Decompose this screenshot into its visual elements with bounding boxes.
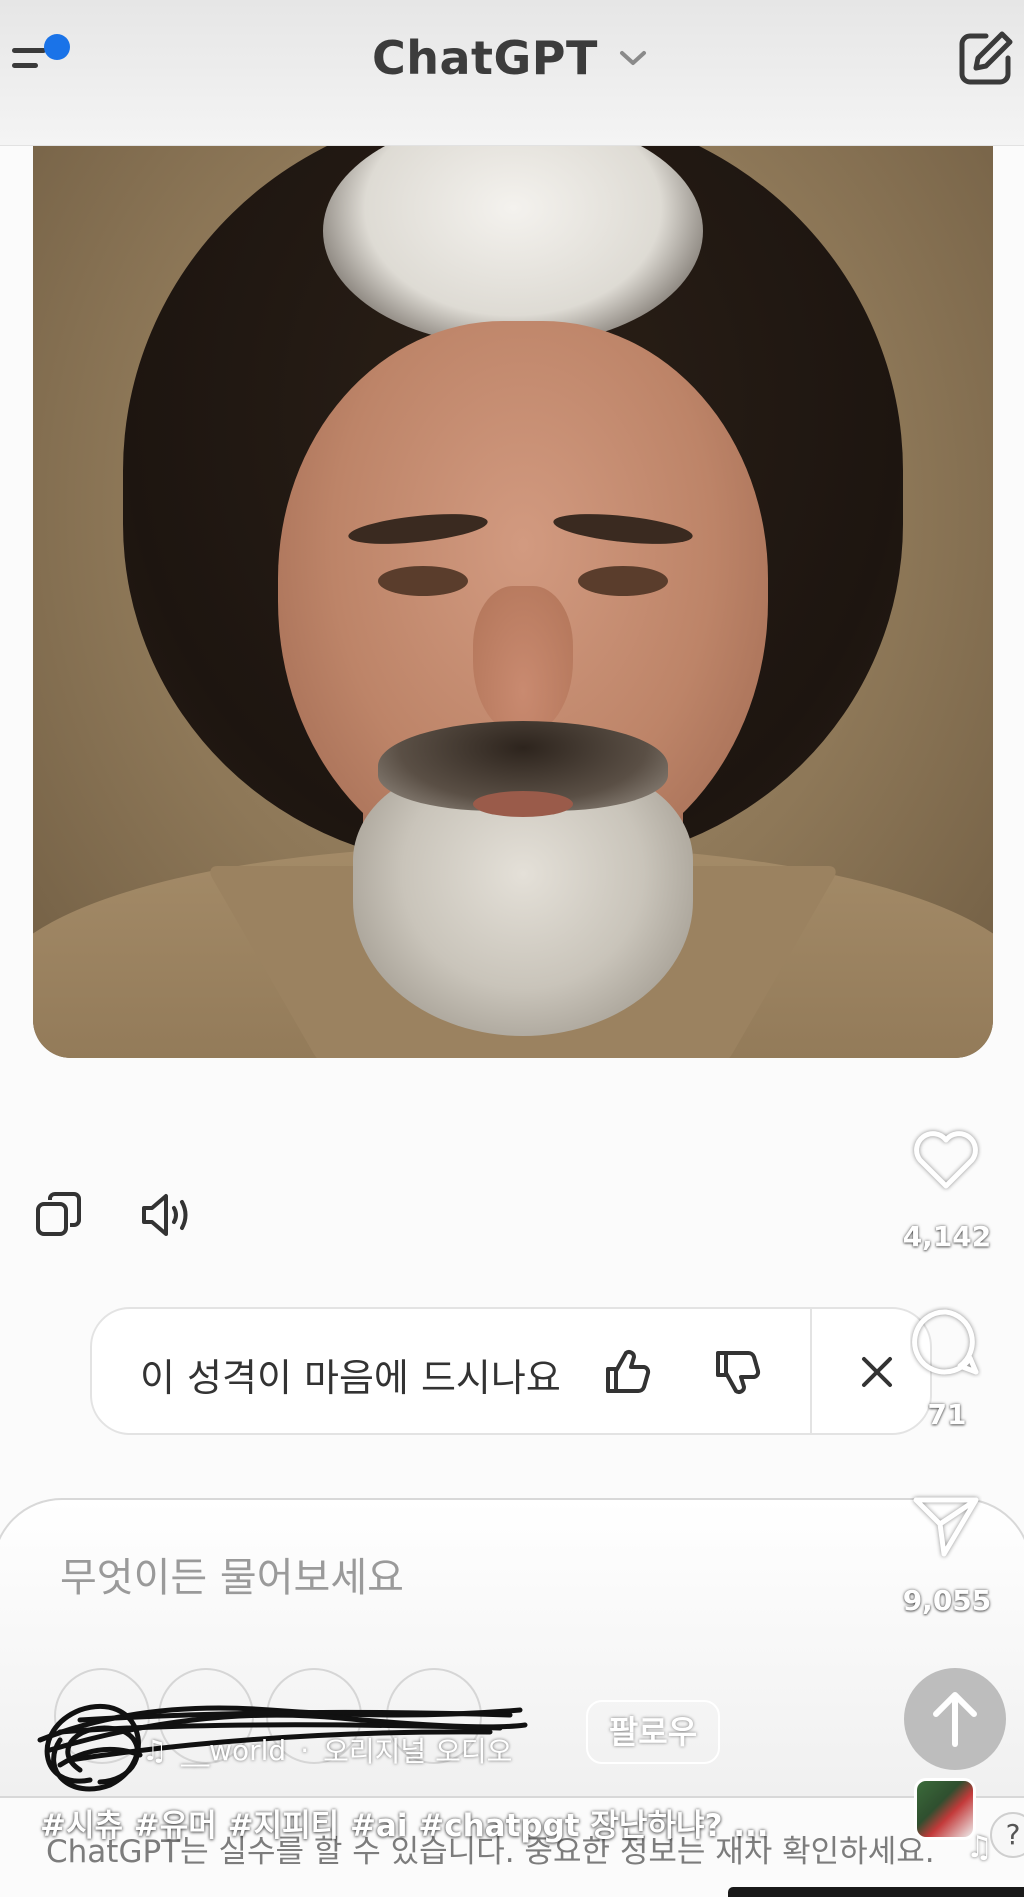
generated-portrait-image[interactable] — [33, 146, 993, 1058]
portrait-lip — [473, 791, 573, 817]
thumbs-down-icon[interactable] — [712, 1347, 762, 1397]
feedback-question: 이 성격이 마음에 드시나요 — [140, 1356, 561, 1400]
music-note-icon: ♫ — [142, 1733, 168, 1767]
feedback-divider — [810, 1309, 812, 1433]
heart-icon[interactable] — [910, 1124, 982, 1196]
speaker-icon[interactable] — [140, 1190, 196, 1240]
help-button[interactable]: ? — [990, 1812, 1024, 1858]
portrait-eye — [378, 566, 468, 596]
app-title: ChatGPT — [372, 31, 598, 85]
follow-button[interactable]: 팔로우 — [586, 1700, 720, 1764]
notification-dot — [44, 34, 70, 60]
home-indicator — [728, 1887, 1024, 1897]
model-selector[interactable]: ChatGPT — [372, 28, 648, 88]
comment-count: 71 — [927, 1398, 967, 1431]
sidebar-menu-button[interactable] — [12, 34, 76, 82]
arrow-up-icon — [933, 1692, 977, 1747]
like-count: 4,142 — [902, 1220, 992, 1253]
chevron-down-icon — [619, 51, 646, 65]
share-paper-plane-icon[interactable] — [910, 1490, 982, 1562]
app-header: ChatGPT — [0, 0, 1024, 146]
portrait-nose — [473, 586, 573, 736]
feedback-prompt: 이 성격이 마음에 드시나요 — [90, 1307, 932, 1435]
music-note-icon: ♫ — [966, 1830, 993, 1865]
audio-label: 오리지널 오디오 — [323, 1735, 513, 1768]
send-button[interactable] — [904, 1668, 1006, 1770]
thumbs-up-icon[interactable] — [602, 1347, 652, 1397]
copy-icon[interactable] — [34, 1190, 84, 1240]
menu-line-icon — [12, 63, 38, 68]
menu-line-icon — [12, 48, 46, 53]
message-input[interactable] — [60, 1548, 780, 1608]
audio-info[interactable]: ♫ __world · 오리지널 오디오 — [142, 1730, 512, 1770]
share-count: 9,055 — [902, 1584, 992, 1617]
new-chat-edit-icon[interactable] — [956, 28, 1016, 88]
close-icon[interactable] — [854, 1349, 900, 1395]
reel-caption[interactable]: #시츄 #유머 #지피티 #ai #chatpgt 장난하냐? ... — [40, 1800, 769, 1845]
comment-icon[interactable] — [910, 1306, 982, 1378]
audio-separator: · — [300, 1733, 310, 1767]
audio-user: __world — [181, 1733, 287, 1767]
portrait-eye — [578, 566, 668, 596]
